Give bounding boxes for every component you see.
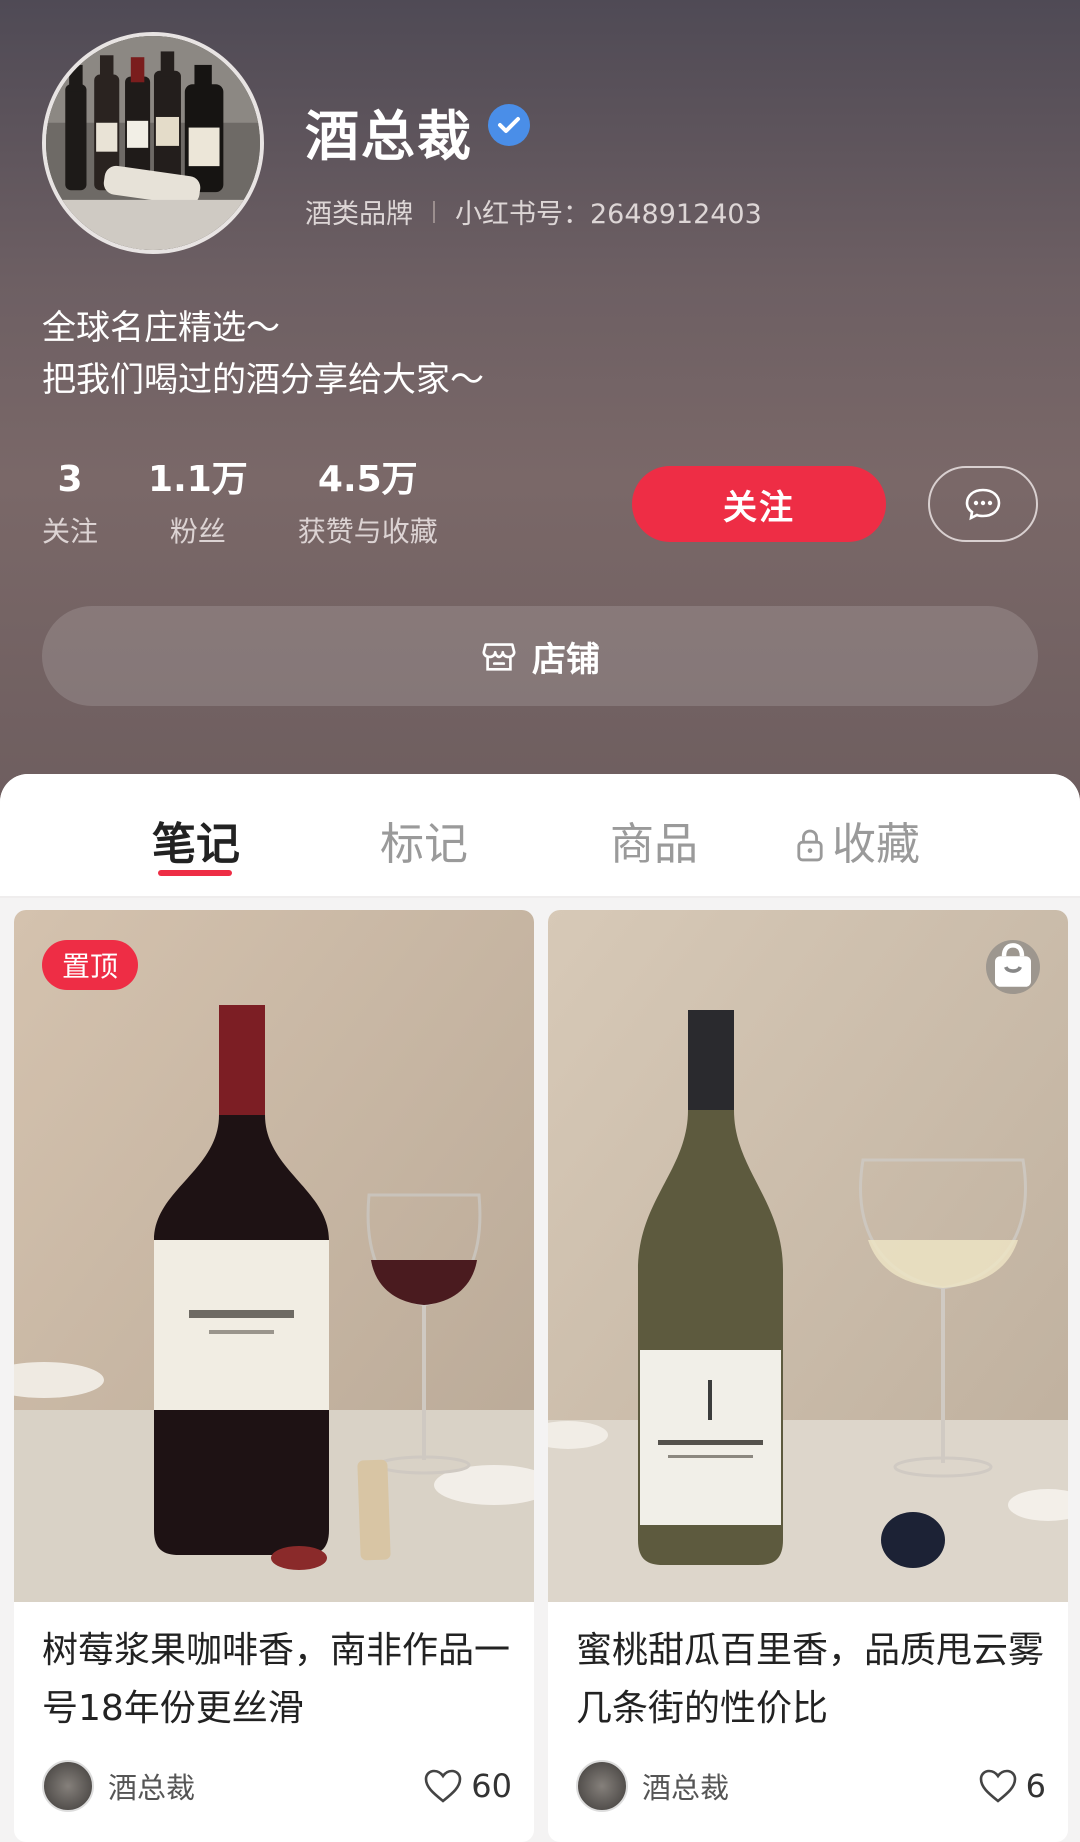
meta-divider — [433, 200, 435, 223]
note-cover-image: 置顶 — [14, 910, 534, 1602]
note-footer: 酒总裁 6 — [576, 1758, 1046, 1814]
tab-collections[interactable]: 收藏 — [796, 808, 920, 873]
stat-label: 关注 — [42, 515, 99, 548]
active-tab-indicator — [158, 870, 232, 876]
tab-notes[interactable]: 笔记 — [152, 808, 240, 872]
like-button[interactable]: 6 — [978, 1767, 1046, 1805]
shopping-bag-icon[interactable] — [986, 940, 1040, 994]
note-title: 蜜桃甜瓜百里香，品质甩云雾几条街的性价比 — [576, 1630, 1045, 1729]
note-card[interactable]: 蜜桃甜瓜百里香，品质甩云雾几条街的性价比 酒总裁 6 — [548, 910, 1068, 1842]
profile-stats: 3 关注 1.1万 粉丝 4.5万 获赞与收藏 — [42, 458, 488, 550]
note-cover-image — [548, 910, 1068, 1602]
bio-line: 把我们喝过的酒分享给大家～ — [42, 360, 484, 400]
author-avatar[interactable] — [576, 1760, 628, 1812]
content-panel: 笔记 标记 商品 收藏 置顶 树莓浆果咖啡香，南非作品一号18年份更丝滑 酒总裁… — [0, 774, 1080, 1842]
tab-bar: 笔记 标记 商品 收藏 — [0, 774, 1080, 898]
stat-following[interactable]: 3 关注 — [42, 458, 98, 550]
profile-meta: 酒类品牌 小红书号：2648912403 — [305, 192, 762, 231]
store-icon — [480, 637, 518, 675]
like-button[interactable]: 60 — [423, 1767, 512, 1805]
stat-value: 1.1万 — [148, 459, 248, 500]
message-button[interactable] — [928, 466, 1038, 542]
profile-category: 酒类品牌 — [305, 199, 413, 230]
note-card[interactable]: 置顶 树莓浆果咖啡香，南非作品一号18年份更丝滑 酒总裁 60 — [14, 910, 534, 1842]
follow-button[interactable]: 关注 — [632, 466, 886, 542]
tab-tagged[interactable]: 标记 — [380, 808, 468, 872]
profile-red-id: 小红书号：2648912403 — [455, 199, 762, 230]
profile-bio: 全球名庄精选～ 把我们喝过的酒分享给大家～ — [42, 302, 484, 406]
lock-icon — [796, 822, 824, 873]
shop-button[interactable]: 店铺 — [42, 606, 1038, 706]
stat-label: 获赞与收藏 — [297, 515, 438, 548]
note-footer: 酒总裁 60 — [42, 1758, 512, 1814]
bio-line: 全球名庄精选～ — [42, 308, 280, 348]
like-count: 6 — [1025, 1767, 1046, 1805]
heart-icon — [979, 1769, 1016, 1803]
chat-bubble-icon — [965, 488, 1001, 521]
stat-value: 4.5万 — [317, 459, 418, 500]
tab-products[interactable]: 商品 — [610, 808, 698, 872]
note-title: 树莓浆果咖啡香，南非作品一号18年份更丝滑 — [42, 1630, 511, 1729]
author-name[interactable]: 酒总裁 — [642, 1765, 978, 1807]
shop-label: 店铺 — [532, 639, 600, 680]
profile-avatar[interactable] — [42, 32, 264, 254]
author-avatar[interactable] — [42, 1760, 94, 1812]
profile-name: 酒总裁 — [305, 105, 473, 168]
stat-value: 3 — [57, 459, 83, 500]
stat-label: 粉丝 — [169, 515, 226, 548]
avatar-wine-bottles-image — [46, 36, 260, 250]
verified-badge-icon — [488, 104, 530, 146]
author-name[interactable]: 酒总裁 — [108, 1765, 423, 1807]
heart-icon — [424, 1769, 462, 1803]
like-count: 60 — [471, 1767, 512, 1805]
stat-followers[interactable]: 1.1万 粉丝 — [148, 458, 248, 550]
pinned-badge: 置顶 — [42, 940, 138, 990]
tab-label: 收藏 — [832, 819, 920, 870]
stat-likes-collects[interactable]: 4.5万 获赞与收藏 — [298, 458, 438, 550]
